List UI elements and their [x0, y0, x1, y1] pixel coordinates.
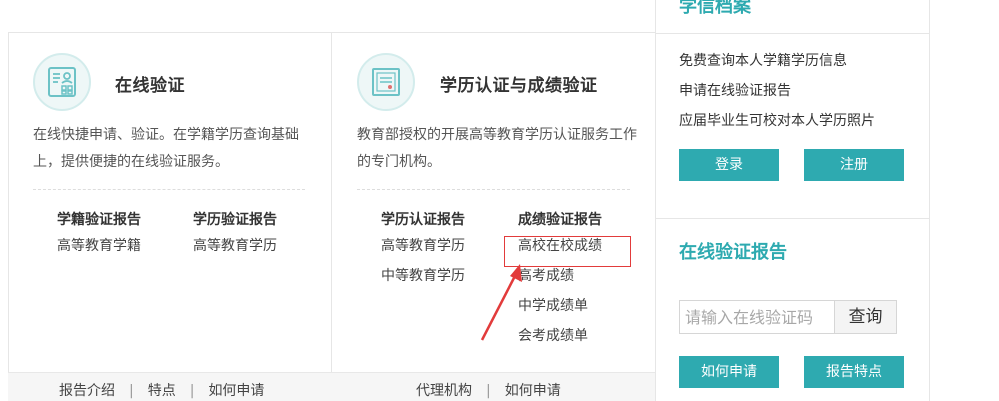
report-link[interactable]: 中等教育学历: [381, 261, 465, 291]
archive-link[interactable]: 免费查询本人学籍学历信息: [679, 49, 875, 79]
footer-link-how-to-apply[interactable]: 如何申请: [505, 383, 561, 399]
report-link[interactable]: 高等教育学历: [381, 231, 465, 261]
how-to-apply-button[interactable]: 如何申请: [679, 356, 779, 388]
card-title: 学历认证与成绩验证: [440, 76, 598, 96]
footer-link-features[interactable]: 特点: [148, 383, 176, 399]
online-verification-card: 在线验证 在线快捷申请、验证。在学籍学历查询基础上，提供便捷的在线验证服务。 学…: [9, 33, 331, 372]
footer-separator: |: [486, 383, 491, 399]
sidebar-title-archive: 学信档案: [679, 0, 751, 17]
divider: [656, 218, 930, 219]
report-column: 学历验证报告 高等教育学历: [193, 209, 277, 261]
report-link[interactable]: 高等教育学籍: [57, 231, 141, 261]
report-heading: 学历认证报告: [381, 212, 465, 228]
footer-separator: |: [189, 383, 195, 399]
query-button[interactable]: 查询: [834, 300, 897, 334]
footer-link-agencies[interactable]: 代理机构: [416, 383, 472, 399]
footer-separator: |: [129, 383, 134, 399]
report-column: 学历认证报告 高等教育学历 中等教育学历: [381, 209, 465, 291]
card-description: 在线快捷申请、验证。在学籍学历查询基础上，提供便捷的在线验证服务。: [33, 127, 299, 170]
card-footer-links: 代理机构 | 如何申请: [416, 381, 561, 401]
main-content: 在线验证 在线快捷申请、验证。在学籍学历查询基础上，提供便捷的在线验证服务。 学…: [0, 0, 655, 401]
login-button[interactable]: 登录: [679, 149, 779, 181]
page-margin: [930, 0, 999, 401]
verification-code-input[interactable]: [679, 300, 834, 334]
card-description: 教育部授权的开展高等教育学历认证服务工作的专门机构。: [357, 127, 637, 170]
certificate-icon: [357, 53, 415, 111]
divider: [656, 33, 930, 34]
footer-link-report-intro[interactable]: 报告介绍: [59, 383, 115, 399]
id-card-icon: [33, 53, 91, 111]
archive-link[interactable]: 申请在线验证报告: [679, 79, 875, 109]
sidebar: 学信档案 免费查询本人学籍学历信息 申请在线验证报告 应届毕业生可校对本人学历照…: [656, 0, 930, 401]
sidebar-title-verify: 在线验证报告: [679, 242, 787, 263]
report-column: 成绩验证报告 高校在校成绩 高考成绩 中学成绩单 会考成绩单: [518, 209, 602, 351]
report-heading: 学籍验证报告: [57, 212, 141, 228]
report-heading: 成绩验证报告: [518, 212, 602, 228]
archive-link[interactable]: 应届毕业生可校对本人学历照片: [679, 109, 875, 139]
dashed-divider: [33, 189, 305, 190]
archive-links: 免费查询本人学籍学历信息 申请在线验证报告 应届毕业生可校对本人学历照片: [679, 49, 875, 139]
card-title: 在线验证: [115, 76, 185, 96]
report-link[interactable]: 会考成绩单: [518, 321, 602, 351]
report-link[interactable]: 高等教育学历: [193, 231, 277, 261]
report-column: 学籍验证报告 高等教育学籍: [57, 209, 141, 261]
dashed-divider: [357, 189, 630, 190]
card-footer-links: 报告介绍 | 特点 | 如何申请: [59, 381, 264, 401]
report-link[interactable]: 中学成绩单: [518, 291, 602, 321]
report-heading: 学历验证报告: [193, 212, 277, 228]
register-button[interactable]: 注册: [804, 149, 904, 181]
annotation-arrow-icon: [480, 264, 522, 341]
footer-link-how-to-apply[interactable]: 如何申请: [208, 383, 264, 399]
page: 在线验证 在线快捷申请、验证。在学籍学历查询基础上，提供便捷的在线验证服务。 学…: [0, 0, 999, 401]
report-features-button[interactable]: 报告特点: [804, 356, 904, 388]
